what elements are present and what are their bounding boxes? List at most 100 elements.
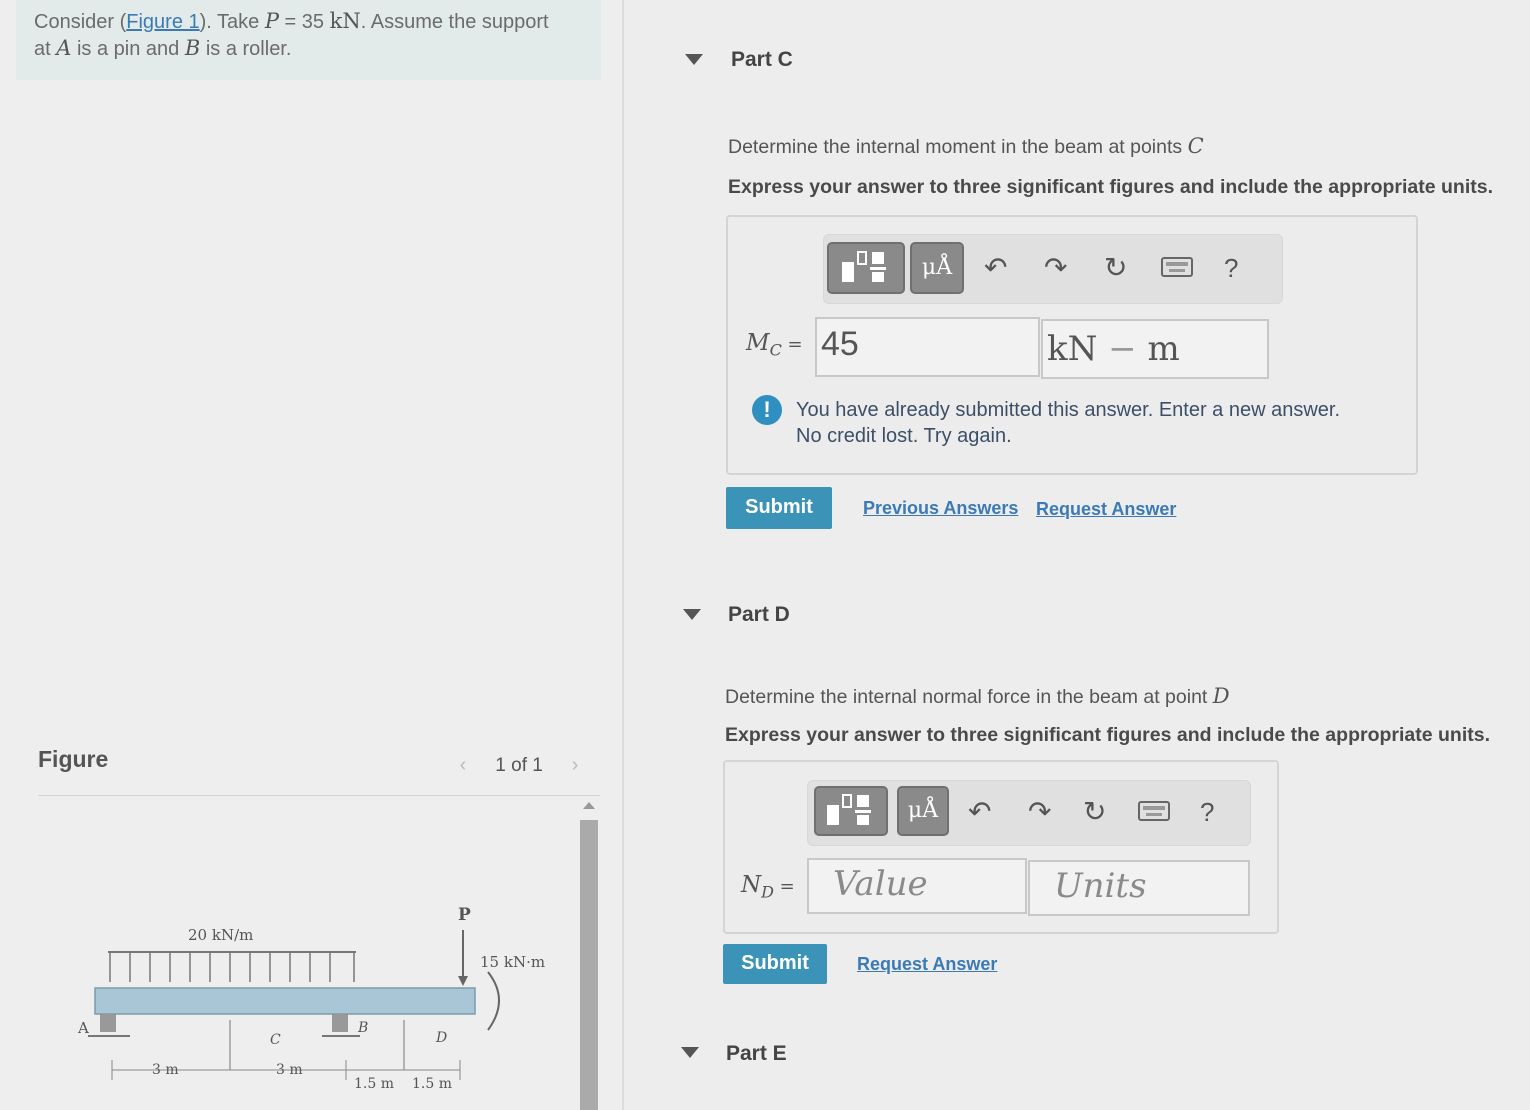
templates-icon[interactable] <box>827 242 905 294</box>
dim-label: 3 m <box>276 1062 303 1078</box>
part-c-submit-button[interactable]: Submit <box>726 487 832 529</box>
collapse-caret-icon[interactable] <box>683 609 701 620</box>
support-B <box>332 1014 348 1032</box>
units-dash: − <box>1097 329 1148 369</box>
problem-text: is a roller. <box>200 38 292 60</box>
units-icon[interactable]: μÅ <box>910 242 964 294</box>
part-d-title[interactable]: Part D <box>728 603 790 627</box>
questions-pane: Part C Determine the internal moment in … <box>624 0 1530 1110</box>
label-main: N <box>741 872 762 898</box>
problem-text: = 35 <box>279 11 330 33</box>
units-a: kN <box>1047 329 1098 369</box>
unit-kN: kN <box>329 9 361 33</box>
moment-arc <box>487 971 500 1031</box>
mc-value-text: 45 <box>821 325 859 363</box>
beam-figure: 20 kN/m P 15 kN·m A B C D 3 m 3 m 1.5 m … <box>77 905 545 1092</box>
page-indicator: 1 of 1 <box>495 755 543 776</box>
warning-line: No credit lost. Try again. <box>796 425 1012 447</box>
undo-icon[interactable]: ↶ <box>984 251 1007 284</box>
problem-text: . Assume the support <box>360 11 549 33</box>
load-arrows <box>109 952 355 982</box>
figure-divider <box>38 795 600 796</box>
part-c-title[interactable]: Part C <box>731 48 793 72</box>
label-eq: = <box>781 334 803 355</box>
part-d-submit-button[interactable]: Submit <box>723 944 827 984</box>
templates-icon[interactable] <box>814 786 888 836</box>
reset-icon[interactable]: ↻ <box>1083 795 1106 828</box>
nd-label: ND = <box>741 872 795 902</box>
collapse-caret-icon[interactable] <box>681 1047 699 1058</box>
problem-text: at <box>34 38 57 60</box>
units-b: m <box>1147 329 1180 369</box>
problem-pane: Consider (Figure 1). Take P = 35 kN. Ass… <box>0 0 622 1110</box>
prompt-var: D <box>1212 684 1230 708</box>
label-main: M <box>746 330 770 356</box>
part-c-prompt: Determine the internal moment in the bea… <box>728 134 1204 159</box>
var-P: P <box>264 9 279 33</box>
force-arrow-head <box>458 976 468 986</box>
load-label: 20 kN/m <box>188 926 253 944</box>
math-toolbar: μÅ ↶ ↷ ↻ ? <box>807 780 1251 846</box>
units-placeholder: Units <box>1054 866 1147 906</box>
chevron-left-icon[interactable]: ‹ <box>450 752 476 778</box>
units-icon[interactable]: μÅ <box>897 786 949 836</box>
redo-icon[interactable]: ↷ <box>1044 251 1067 284</box>
label-eq: = <box>773 876 795 897</box>
label-sub: C <box>769 340 782 360</box>
part-d-instructions: Express your answer to three significant… <box>725 724 1490 746</box>
part-d-request-answer-link[interactable]: Request Answer <box>857 954 997 975</box>
dim-label: 1.5 m <box>412 1076 452 1092</box>
dim-label: 3 m <box>152 1062 179 1078</box>
mc-label: MC = <box>746 330 803 360</box>
dim-label: 1.5 m <box>354 1076 394 1092</box>
point-D-label: D <box>435 1030 447 1046</box>
chevron-right-icon[interactable]: › <box>562 752 588 778</box>
prompt-var: C <box>1187 134 1204 158</box>
part-e-title[interactable]: Part E <box>726 1042 787 1066</box>
prompt-text: Determine the internal moment in the bea… <box>728 136 1188 158</box>
beam <box>94 987 476 1015</box>
var-A: A <box>56 36 72 60</box>
part-c-request-answer-link[interactable]: Request Answer <box>1036 499 1176 520</box>
label-sub: D <box>761 882 774 902</box>
help-icon[interactable]: ? <box>1224 253 1238 284</box>
warning-icon: ! <box>752 395 782 425</box>
part-c-instructions: Express your answer to three significant… <box>728 176 1493 198</box>
figure-scrollbar[interactable] <box>580 820 598 1110</box>
redo-icon[interactable]: ↷ <box>1028 795 1051 828</box>
figure-link[interactable]: Figure 1 <box>126 11 199 33</box>
undo-icon[interactable]: ↶ <box>968 795 991 828</box>
mc-units-text: kN − m <box>1047 329 1180 369</box>
support-A-label: A <box>77 1019 89 1037</box>
reset-icon[interactable]: ↻ <box>1104 251 1127 284</box>
scroll-up-arrow[interactable] <box>583 802 595 809</box>
force-label: P <box>458 905 471 925</box>
warning-message: You have already submitted this answer. … <box>796 397 1340 449</box>
var-B: B <box>184 36 201 60</box>
warning-line: You have already submitted this answer. … <box>796 399 1341 421</box>
problem-text: ). Take <box>199 11 265 33</box>
problem-statement: Consider (Figure 1). Take P = 35 kN. Ass… <box>16 0 601 80</box>
problem-text: is a pin and <box>71 38 185 60</box>
figure-title: Figure <box>38 746 109 772</box>
support-A <box>100 1014 116 1032</box>
part-d-prompt: Determine the internal normal force in t… <box>725 684 1230 709</box>
value-placeholder: Value <box>833 864 928 904</box>
part-d-answer-box: μÅ ↶ ↷ ↻ ? ND = Value Units <box>723 760 1279 934</box>
previous-answers-link[interactable]: Previous Answers <box>863 498 1018 519</box>
collapse-caret-icon[interactable] <box>685 54 703 65</box>
part-c-answer-box: μÅ ↶ ↷ ↻ ? MC = 45 kN − m ! You have alr… <box>726 215 1418 475</box>
point-C-label: C <box>270 1032 281 1048</box>
figure-pagination: ‹ 1 of 1 › <box>450 752 588 778</box>
help-icon[interactable]: ? <box>1200 797 1214 828</box>
mc-value-input[interactable]: 45 <box>815 317 1040 377</box>
nd-units-input[interactable]: Units <box>1028 860 1250 916</box>
keyboard-icon[interactable] <box>1161 257 1193 277</box>
problem-text: Consider ( <box>34 11 127 33</box>
moment-label: 15 kN·m <box>480 953 545 971</box>
nd-value-input[interactable]: Value <box>807 858 1027 914</box>
prompt-text: Determine the internal normal force in t… <box>725 686 1213 708</box>
math-toolbar: μÅ ↶ ↷ ↻ ? <box>823 234 1283 304</box>
mc-units-input[interactable]: kN − m <box>1041 319 1269 379</box>
keyboard-icon[interactable] <box>1138 801 1170 821</box>
